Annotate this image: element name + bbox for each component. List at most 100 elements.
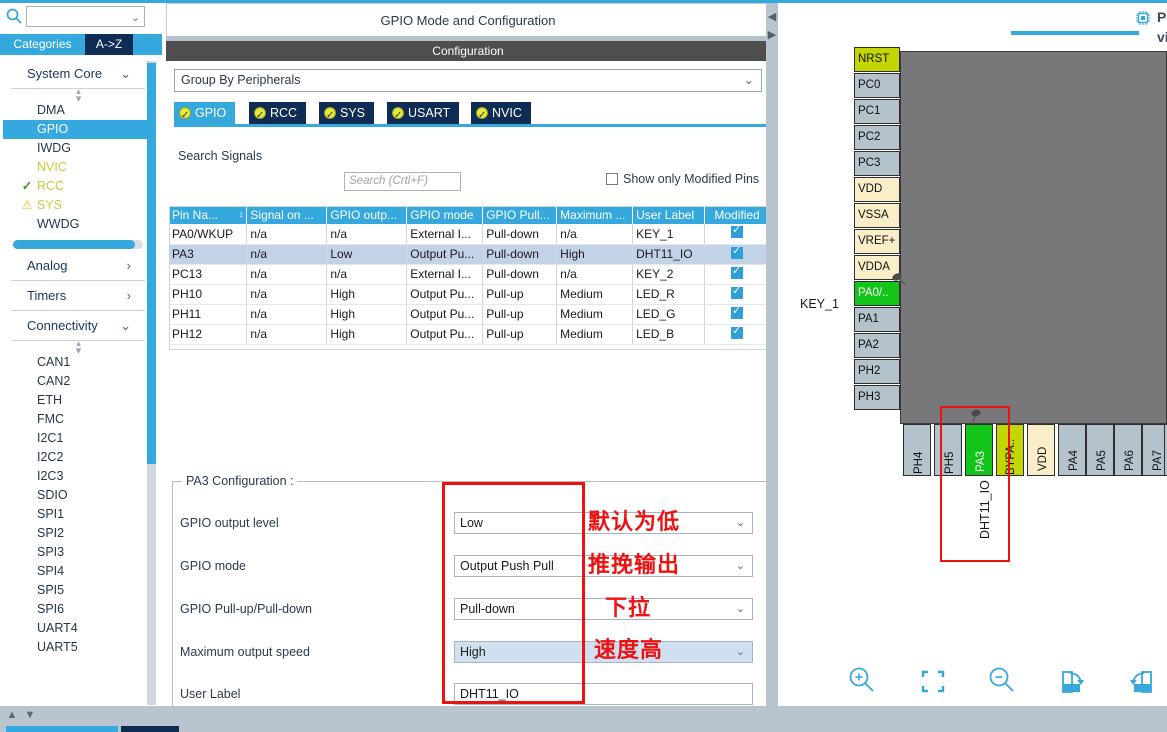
sidebar-item-eth[interactable]: ETH <box>3 391 153 410</box>
table-row[interactable]: PH10 n/a High Output Pu... Pull-up Mediu… <box>169 284 770 305</box>
checkbox-checked-icon[interactable] <box>731 284 744 299</box>
sidebar-item-can2[interactable]: CAN2 <box>3 372 153 391</box>
col-gpio-output[interactable]: GPIO outp... <box>326 206 408 224</box>
tab-sys[interactable]: SYS <box>319 102 377 127</box>
group-by-select[interactable]: Group By Peripherals ⌄ <box>174 69 762 92</box>
chevron-down-icon[interactable]: ⌄ <box>131 11 140 24</box>
chevron-down-icon[interactable]: ⌄ <box>120 311 131 341</box>
zoom-out-icon[interactable] <box>984 663 1028 703</box>
col-pin-name[interactable]: ↕ Pin Na... <box>169 206 248 224</box>
table-row[interactable]: PC13 n/a n/a External I... Pull-down n/a… <box>169 264 770 285</box>
tab-categories[interactable]: Categories <box>0 34 85 55</box>
table-row[interactable]: PA3 n/a Low Output Pu... Pull-down High … <box>169 244 770 265</box>
tree-grip[interactable]: ▴ ▾ <box>3 87 153 105</box>
chevron-right-icon[interactable]: › <box>127 281 131 311</box>
scroll-down-icon[interactable]: ▼ <box>22 709 38 721</box>
sidebar-item-spi4[interactable]: SPI4 <box>3 562 153 581</box>
sidebar-item-sdio[interactable]: SDIO <box>3 486 153 505</box>
cell-modified[interactable] <box>704 264 770 285</box>
chevron-right-icon[interactable]: › <box>127 251 131 281</box>
pin-pc1[interactable]: PC1 <box>854 99 900 124</box>
pin-vdd-bottom[interactable]: VDD <box>1027 424 1055 476</box>
sidebar-item-spi5[interactable]: SPI5 <box>3 581 153 600</box>
sidebar-item-rcc[interactable]: ✓ RCC <box>3 177 153 196</box>
tab-nvic[interactable]: NVIC <box>471 102 533 127</box>
pin-ph2[interactable]: PH2 <box>854 359 900 384</box>
table-row[interactable]: PH12 n/a High Output Pu... Pull-up Mediu… <box>169 324 770 345</box>
splitter-collapse-right-icon[interactable]: ▶ <box>767 29 777 42</box>
splitter-collapse-left-icon[interactable]: ◀ <box>767 11 777 24</box>
sidebar-item-can1[interactable]: CAN1 <box>3 353 153 372</box>
chevron-down-icon[interactable]: ⌄ <box>736 513 745 533</box>
chevron-down-icon[interactable]: ⌄ <box>736 642 745 662</box>
pin-pa2[interactable]: PA2 <box>854 333 900 358</box>
cell-modified[interactable] <box>704 304 770 325</box>
sidebar-item-i2c3[interactable]: I2C3 <box>3 467 153 486</box>
scrollbar-thumb[interactable] <box>13 240 136 249</box>
sidebar-item-spi1[interactable]: SPI1 <box>3 505 153 524</box>
sidebar-item-i2c2[interactable]: I2C2 <box>3 448 153 467</box>
sidebar-item-gpio[interactable]: GPIO <box>3 120 153 139</box>
sidebar-item-sys[interactable]: ⚠ SYS <box>3 196 153 215</box>
checkbox-checked-icon[interactable] <box>731 264 744 279</box>
vertical-splitter[interactable]: ◀ ▶ <box>766 3 778 706</box>
table-row[interactable]: PA0/WKUP n/a n/a External I... Pull-down… <box>169 224 770 245</box>
col-modified[interactable]: Modified <box>704 206 770 224</box>
pin-pc0[interactable]: PC0 <box>854 73 900 98</box>
col-maximum-speed[interactable]: Maximum ... <box>556 206 634 224</box>
cell-modified[interactable] <box>704 324 770 345</box>
group-header-connectivity[interactable]: Connectivity ⌄ <box>11 311 145 341</box>
sidebar-item-dma[interactable]: DMA <box>3 101 153 120</box>
signal-search-input[interactable]: Search (Crtl+F) <box>344 172 461 191</box>
sidebar-item-wwdg[interactable]: WWDG <box>3 215 153 234</box>
chevron-down-icon[interactable]: ⌄ <box>736 599 745 619</box>
zoom-in-icon[interactable] <box>844 663 888 703</box>
show-only-modified-pins-checkbox[interactable]: Show only Modified Pins <box>606 172 759 186</box>
checkbox-checked-icon[interactable] <box>731 244 744 259</box>
pin-ph4[interactable]: PH4 <box>903 424 931 476</box>
sidebar-item-i2c1[interactable]: I2C1 <box>3 429 153 448</box>
rotate-clockwise-icon[interactable] <box>1054 663 1098 703</box>
checkbox-checked-icon[interactable] <box>731 224 744 239</box>
group-header-timers[interactable]: Timers › <box>11 281 145 311</box>
pin-vref-plus[interactable]: VREF+ <box>854 229 900 254</box>
chevron-down-icon[interactable]: ⌄ <box>744 70 754 91</box>
cell-modified[interactable] <box>704 224 770 245</box>
fit-to-screen-icon[interactable] <box>914 663 958 703</box>
chevron-down-icon[interactable]: ⌄ <box>736 556 745 576</box>
sidebar-item-fmc[interactable]: FMC <box>3 410 153 429</box>
checkbox-checked-icon[interactable] <box>731 324 744 339</box>
tree-scrollbar-thumb[interactable] <box>147 63 156 464</box>
tab-gpio[interactable]: GPIO <box>174 102 238 127</box>
pin-pa4[interactable]: PA4 <box>1058 424 1086 476</box>
col-user-label[interactable]: User Label <box>632 206 706 224</box>
sidebar-item-spi2[interactable]: SPI2 <box>3 524 153 543</box>
cell-modified[interactable] <box>704 284 770 305</box>
pin-pa5[interactable]: PA5 <box>1086 424 1114 476</box>
chevron-down-icon[interactable]: ⌄ <box>120 59 131 89</box>
pin-vdd[interactable]: VDD <box>854 177 900 202</box>
tab-usart[interactable]: USART <box>387 102 462 127</box>
pin-pc2[interactable]: PC2 <box>854 125 900 150</box>
pin-pa1[interactable]: PA1 <box>854 307 900 332</box>
col-signal-on[interactable]: Signal on ... <box>246 206 328 224</box>
group-header-system-core[interactable]: System Core ⌄ <box>11 59 145 89</box>
col-gpio-pull[interactable]: GPIO Pull... <box>482 206 558 224</box>
scroll-up-icon[interactable]: ▲ <box>4 709 20 721</box>
rotate-counterclockwise-icon[interactable] <box>1124 663 1167 703</box>
pin-vssa[interactable]: VSSA <box>854 203 900 228</box>
tab-rcc[interactable]: RCC <box>249 102 309 127</box>
checkbox-icon[interactable] <box>606 173 618 185</box>
table-row[interactable]: PH11 n/a High Output Pu... Pull-up Mediu… <box>169 304 770 325</box>
tree-grip[interactable]: ▴ ▾ <box>3 339 153 357</box>
sidebar-item-uart5[interactable]: UART5 <box>3 638 153 657</box>
tree-horizontal-scrollbar[interactable] <box>13 240 143 249</box>
sidebar-item-iwdg[interactable]: IWDG <box>3 139 153 158</box>
pin-ph3[interactable]: PH3 <box>854 385 900 410</box>
search-input[interactable]: ⌄ <box>26 6 145 27</box>
sidebar-item-nvic[interactable]: NVIC <box>3 158 153 177</box>
sidebar-item-uart4[interactable]: UART4 <box>3 619 153 638</box>
checkbox-checked-icon[interactable] <box>731 304 744 319</box>
cell-modified[interactable] <box>704 244 770 265</box>
sort-indicator-icon[interactable]: ↕ <box>239 208 244 219</box>
